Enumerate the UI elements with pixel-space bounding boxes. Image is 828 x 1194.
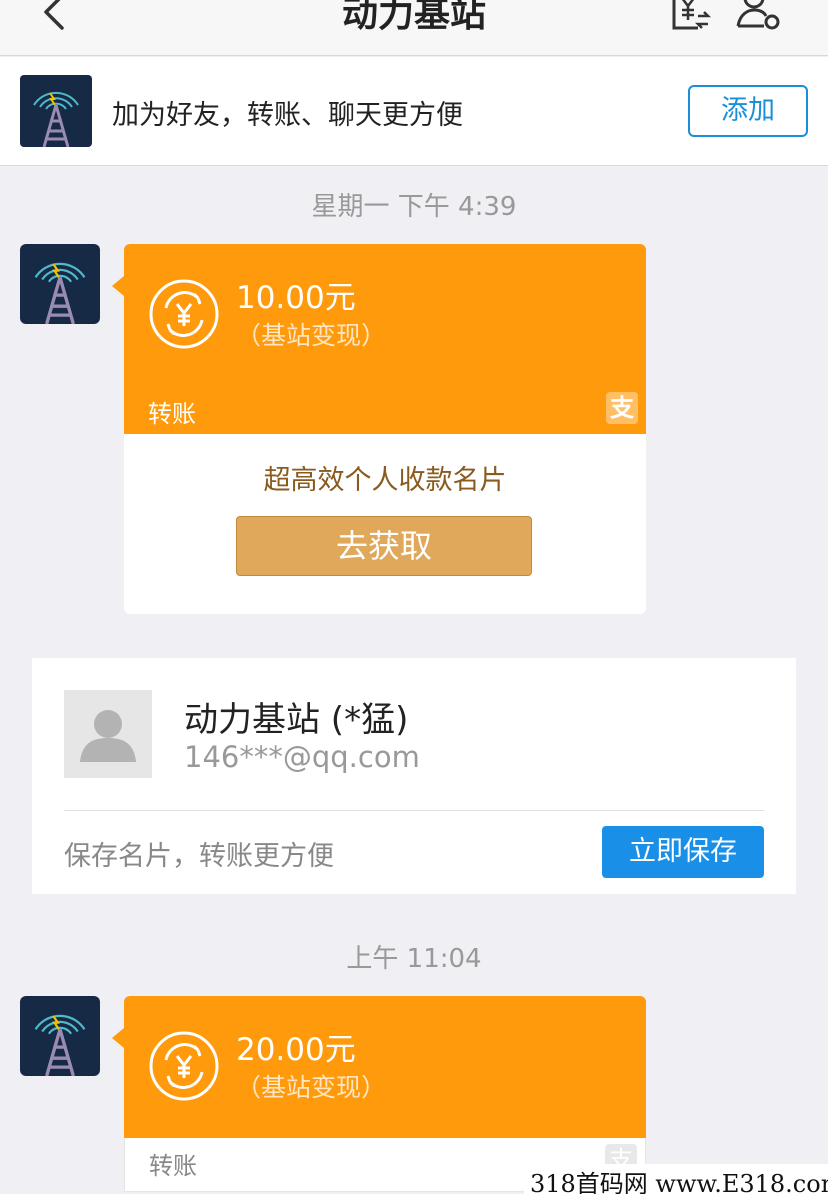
tower-logo-icon <box>20 996 100 1076</box>
default-avatar <box>64 690 152 778</box>
sender-avatar[interactable] <box>20 996 100 1076</box>
contact-avatar[interactable] <box>20 75 92 147</box>
transfer-kind: 转账 <box>148 400 196 428</box>
promo-section: 超高效个人收款名片 去获取 <box>124 434 646 614</box>
person-icon <box>80 710 136 762</box>
promo-text: 超高效个人收款名片 <box>263 465 507 496</box>
divider <box>64 810 764 811</box>
message-timestamp: 上午 11:04 <box>346 944 482 974</box>
contact-name: 动力基站 (*猛) <box>184 700 409 740</box>
transfer-memo: （基站变现） <box>236 1073 387 1102</box>
profile-settings-icon[interactable] <box>734 0 784 36</box>
tower-logo-icon <box>20 75 92 147</box>
transfer-amount: 10.00元 <box>236 280 356 316</box>
message-timestamp: 星期一 下午 4:39 <box>311 192 517 222</box>
add-friend-button[interactable]: 添加 <box>688 85 808 137</box>
transfer-header[interactable]: 20.00元 （基站变现） <box>112 996 646 1138</box>
contact-email: 146***@qq.com <box>184 740 420 774</box>
contact-card: 动力基站 (*猛) 146***@qq.com 保存名片，转账更方便 立即保存 <box>32 658 796 894</box>
transfer-memo: （基站变现） <box>236 321 387 350</box>
save-contact-button[interactable]: 立即保存 <box>602 826 764 878</box>
transfer-bubble[interactable]: 10.00元 （基站变现） 转账 支 超高效个人收款名片 去获取 <box>112 244 646 614</box>
transfer-kind: 转账 <box>149 1152 197 1180</box>
transfer-record-icon[interactable] <box>668 0 714 36</box>
watermark: 318首码网 www.E318.com <box>524 1164 828 1194</box>
tower-logo-icon <box>20 244 100 324</box>
sender-avatar[interactable] <box>20 244 100 324</box>
transfer-header[interactable]: 10.00元 （基站变现） 转账 支 <box>112 244 646 434</box>
add-friend-text: 加为好友，转账、聊天更方便 <box>112 100 463 131</box>
save-hint: 保存名片，转账更方便 <box>64 841 334 872</box>
transfer-bubble[interactable]: 20.00元 （基站变现） 转账 支 <box>112 996 646 1192</box>
nav-bar: 动力基站 <box>0 0 828 56</box>
get-card-button[interactable]: 去获取 <box>236 516 532 576</box>
alipay-icon: 支 <box>606 392 638 424</box>
yen-transfer-icon <box>149 1031 219 1101</box>
transfer-amount: 20.00元 <box>236 1032 356 1068</box>
add-friend-bar: 加为好友，转账、聊天更方便 添加 <box>0 57 828 166</box>
yen-transfer-icon <box>149 279 219 349</box>
